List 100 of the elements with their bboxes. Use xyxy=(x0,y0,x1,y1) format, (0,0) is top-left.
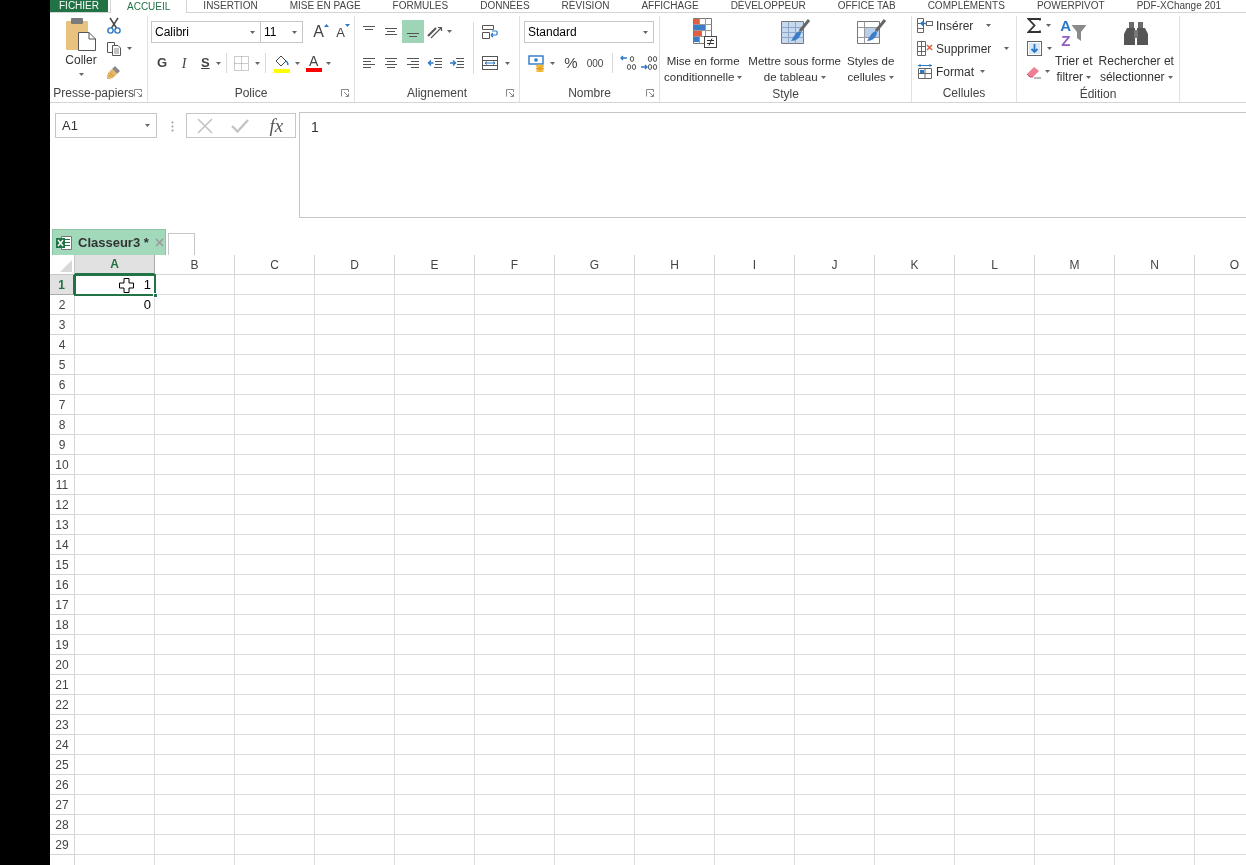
dialog-launcher-icon[interactable] xyxy=(646,89,654,97)
row-header[interactable]: 19 xyxy=(50,635,75,655)
fill-bucket-icon xyxy=(272,53,291,73)
caret-icon xyxy=(986,24,992,27)
cell-styles-button[interactable]: Styles de cellules xyxy=(844,16,898,86)
font-color-button[interactable]: A xyxy=(305,52,331,74)
row-header[interactable]: 27 xyxy=(50,795,75,815)
column-header[interactable]: G xyxy=(555,255,635,275)
decrease-decimal-icon xyxy=(640,55,658,71)
underline-button[interactable]: S xyxy=(195,52,221,74)
paste-button[interactable]: Coller xyxy=(61,16,101,84)
column-header[interactable]: C xyxy=(235,255,315,275)
vertical-align-button[interactable] xyxy=(402,20,424,43)
column-header[interactable]: F xyxy=(475,255,555,275)
ribbon-tab[interactable]: ACCUEIL xyxy=(110,0,188,13)
column-header[interactable]: A xyxy=(75,255,155,275)
row-header[interactable]: 2 xyxy=(50,295,75,315)
bold-button[interactable]: G xyxy=(151,52,173,74)
grow-font-button[interactable]: A xyxy=(311,21,331,43)
row-header[interactable]: 22 xyxy=(50,695,75,715)
row-header[interactable]: 10 xyxy=(50,455,75,475)
italic-button[interactable]: I xyxy=(173,52,195,74)
conditional-format-button[interactable]: Mise en forme conditionnelle xyxy=(661,16,746,86)
format-cells-button[interactable]: Format xyxy=(917,60,1010,83)
row-header[interactable]: 25 xyxy=(50,755,75,775)
caret-icon xyxy=(215,61,221,65)
find-select-button[interactable]: Rechercher et sélectionner xyxy=(1095,16,1177,86)
row-header[interactable]: 1 xyxy=(50,275,75,295)
percent-button[interactable]: % xyxy=(561,52,581,74)
row-header[interactable]: 28 xyxy=(50,815,75,835)
row-header[interactable]: 3 xyxy=(50,315,75,335)
ribbon-tab[interactable]: MISE EN PAGE xyxy=(273,0,377,12)
row-header[interactable]: 12 xyxy=(50,495,75,515)
caret-icon xyxy=(78,73,84,76)
row-header[interactable]: 26 xyxy=(50,775,75,795)
row-header[interactable]: 13 xyxy=(50,515,75,535)
file-tab[interactable]: FICHIER xyxy=(50,0,108,12)
row-header[interactable]: 15 xyxy=(50,555,75,575)
row-header[interactable]: 21 xyxy=(50,675,75,695)
dialog-launcher-icon[interactable] xyxy=(134,89,142,97)
sort-filter-button[interactable]: A Z Trier et filtrer xyxy=(1052,16,1096,86)
ribbon-tab[interactable]: AFFICHAGE xyxy=(625,0,715,12)
ribbon-tab[interactable]: FORMULES xyxy=(376,0,465,12)
insert-cells-button[interactable]: Insérer xyxy=(917,14,1010,37)
column-header[interactable]: I xyxy=(715,255,795,275)
ribbon-tab[interactable]: DONNÉES xyxy=(464,0,546,12)
row-header[interactable]: 4 xyxy=(50,335,75,355)
column-header[interactable]: M xyxy=(1035,255,1115,275)
column-header[interactable]: J xyxy=(795,255,875,275)
group-label: Presse-papiers xyxy=(53,85,134,101)
row-header[interactable]: 7 xyxy=(50,395,75,415)
spreadsheet-cell[interactable]: 0 xyxy=(75,295,155,315)
dialog-launcher-icon[interactable] xyxy=(506,89,514,97)
shrink-font-button[interactable]: A xyxy=(333,21,353,43)
ribbon-tab[interactable]: POWERPIVOT xyxy=(1020,0,1121,12)
row-header[interactable]: 14 xyxy=(50,535,75,555)
row-header[interactable]: 8 xyxy=(50,415,75,435)
row-header[interactable]: 9 xyxy=(50,435,75,455)
column-header[interactable]: B xyxy=(155,255,235,275)
font-name-dropdown[interactable]: Calibri xyxy=(151,21,261,43)
decrease-indent-icon xyxy=(427,56,443,70)
insert-cells-icon xyxy=(917,18,933,33)
ribbon-tab[interactable]: INSERTION xyxy=(187,0,274,12)
row-header[interactable]: 24 xyxy=(50,735,75,755)
row-header[interactable]: 17 xyxy=(50,595,75,615)
formula-input[interactable]: 1 xyxy=(299,112,1246,218)
row-header[interactable]: 18 xyxy=(50,615,75,635)
row-header[interactable]: 5 xyxy=(50,355,75,375)
column-header[interactable]: L xyxy=(955,255,1035,275)
column-header[interactable]: N xyxy=(1115,255,1195,275)
column-header[interactable]: D xyxy=(315,255,395,275)
row-header[interactable]: 11 xyxy=(50,475,75,495)
ribbon-tab[interactable]: PDF-XChange 201 xyxy=(1120,0,1238,12)
font-size-dropdown[interactable]: 11 xyxy=(261,21,303,43)
dialog-launcher-icon[interactable] xyxy=(341,89,349,97)
sort-az-label: A Z xyxy=(1060,18,1072,48)
row-header[interactable]: 23 xyxy=(50,715,75,735)
caret-icon xyxy=(447,30,452,33)
workbook-tab[interactable]: Classeur3 * xyxy=(52,229,166,255)
ribbon-tab[interactable]: OFFICE TAB xyxy=(821,0,912,12)
delete-cells-button[interactable]: Supprimer xyxy=(917,37,1010,60)
spreadsheet-cell[interactable]: 1 xyxy=(75,275,155,295)
column-header[interactable]: E xyxy=(395,255,475,275)
row-header[interactable]: 20 xyxy=(50,655,75,675)
ribbon-tab[interactable]: COMPLÉMENTS xyxy=(911,0,1021,12)
row-header[interactable]: 6 xyxy=(50,375,75,395)
row-header[interactable]: 16 xyxy=(50,575,75,595)
thousands-separator-button[interactable]: 000 xyxy=(583,52,607,74)
number-format-dropdown[interactable]: Standard xyxy=(524,21,654,43)
ribbon-tab[interactable]: RÉVISION xyxy=(545,0,626,12)
align-bottom-icon xyxy=(406,33,420,37)
align-left-icon xyxy=(362,58,376,68)
group-label: Style xyxy=(772,86,799,102)
column-header[interactable]: K xyxy=(875,255,955,275)
column-header[interactable]: H xyxy=(635,255,715,275)
ribbon-tab[interactable]: DÉVELOPPEUR xyxy=(714,0,822,12)
format-as-table-button[interactable]: Mettre sous forme de tableau xyxy=(745,16,844,86)
fill-handle-icon[interactable] xyxy=(153,293,158,298)
name-box[interactable]: A1 xyxy=(55,113,157,138)
row-header[interactable]: 29 xyxy=(50,835,75,855)
